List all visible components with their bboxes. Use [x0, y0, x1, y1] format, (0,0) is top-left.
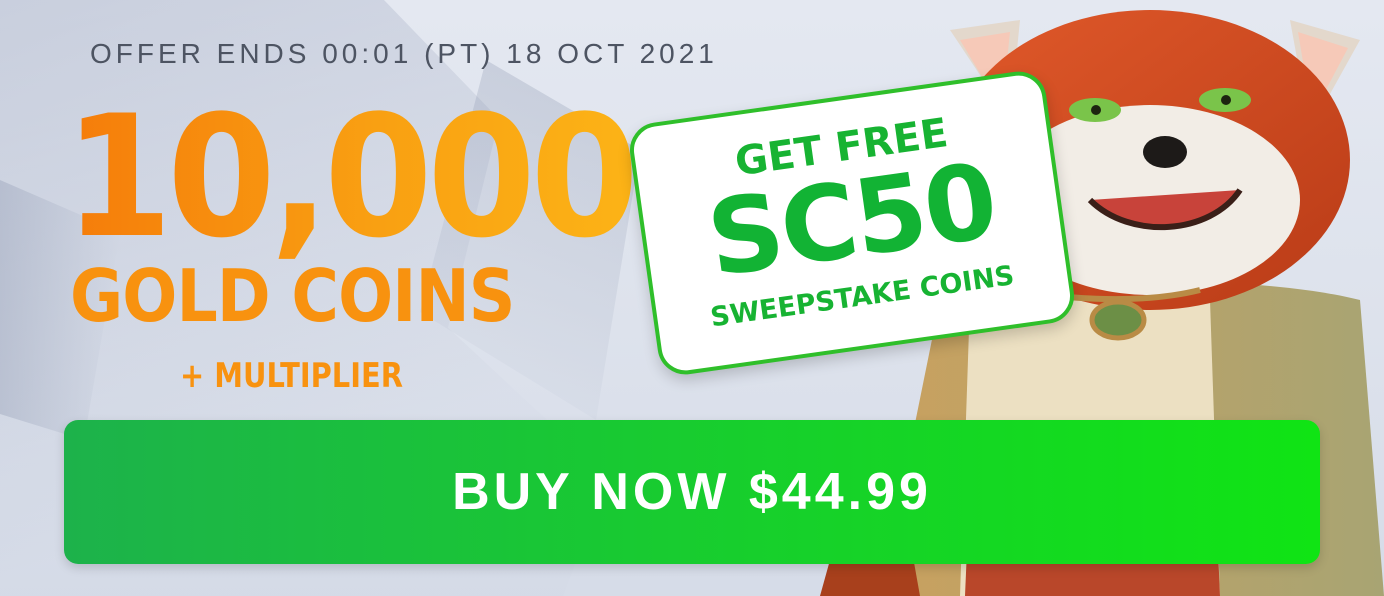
- multiplier-label: + MULTIPLIER: [180, 356, 403, 396]
- buy-now-button[interactable]: BUY NOW $44.99: [64, 420, 1320, 564]
- gold-coins-amount: 10,000: [64, 79, 639, 275]
- gold-coins-label: GOLD COINS: [70, 254, 515, 338]
- buy-now-label: BUY NOW $44.99: [452, 463, 932, 521]
- offer-ends-text: OFFER ENDS 00:01 (PT) 18 OCT 2021: [90, 38, 718, 69]
